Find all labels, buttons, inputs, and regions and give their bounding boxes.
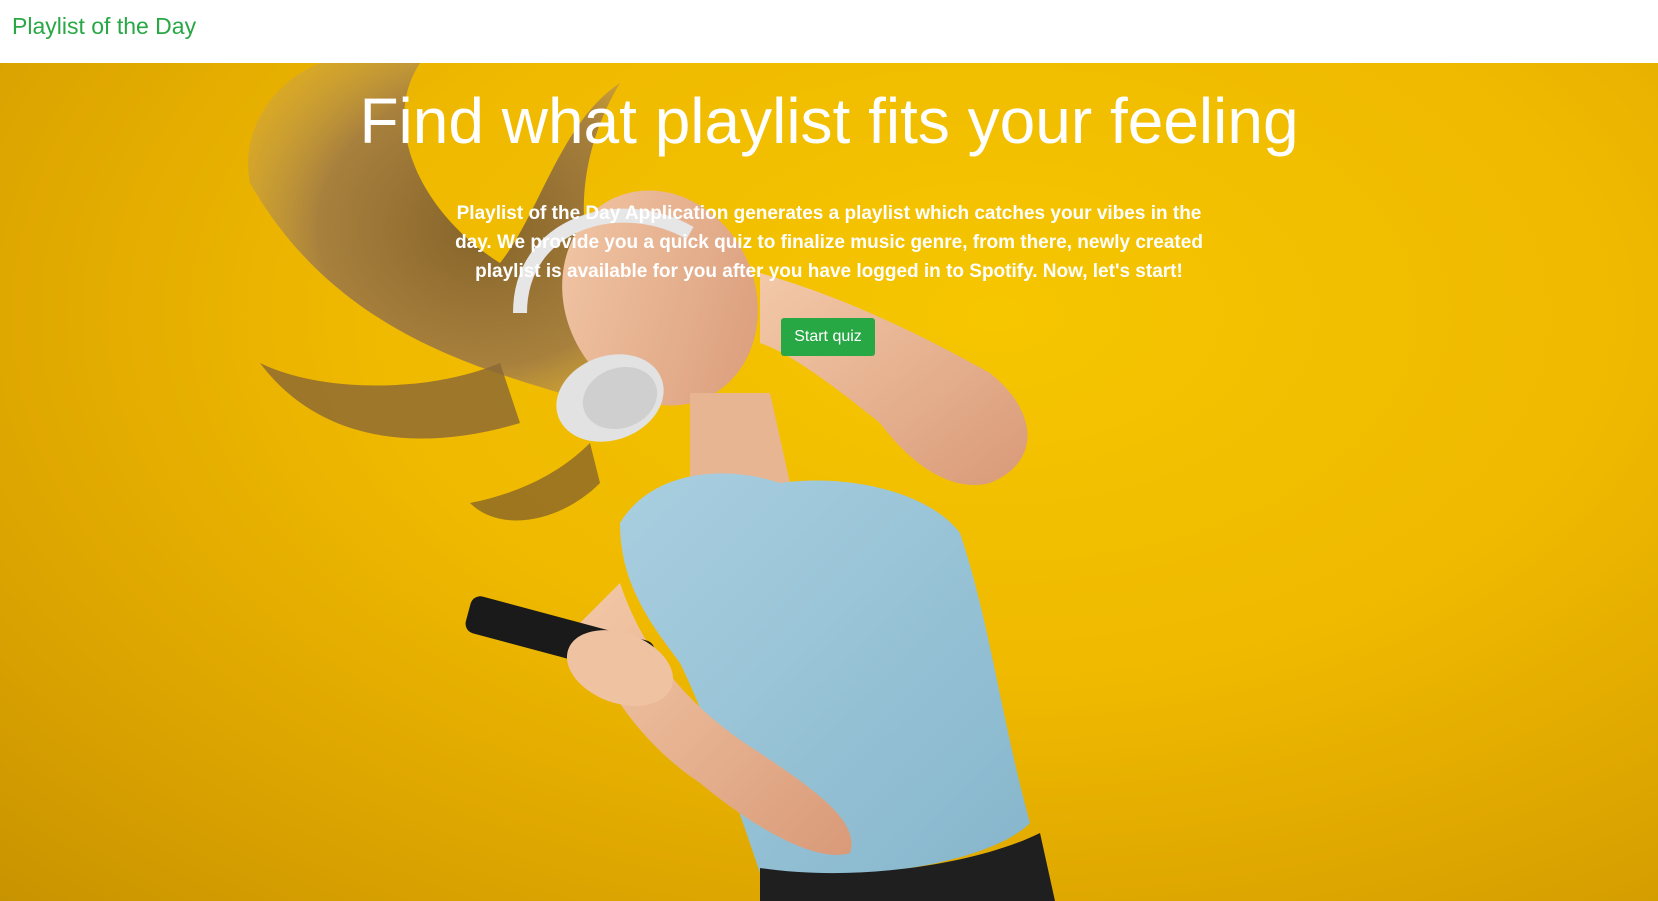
top-navbar: Playlist of the Day xyxy=(0,0,1658,63)
start-quiz-button[interactable]: Start quiz xyxy=(781,318,875,356)
hero-title: Find what playlist fits your feeling xyxy=(359,85,1299,157)
hero-background-image xyxy=(248,63,1055,901)
brand-link[interactable]: Playlist of the Day xyxy=(12,13,196,40)
hero-section: Find what playlist fits your feeling Pla… xyxy=(0,63,1658,901)
hero-description: Playlist of the Day Application generate… xyxy=(455,203,1203,282)
